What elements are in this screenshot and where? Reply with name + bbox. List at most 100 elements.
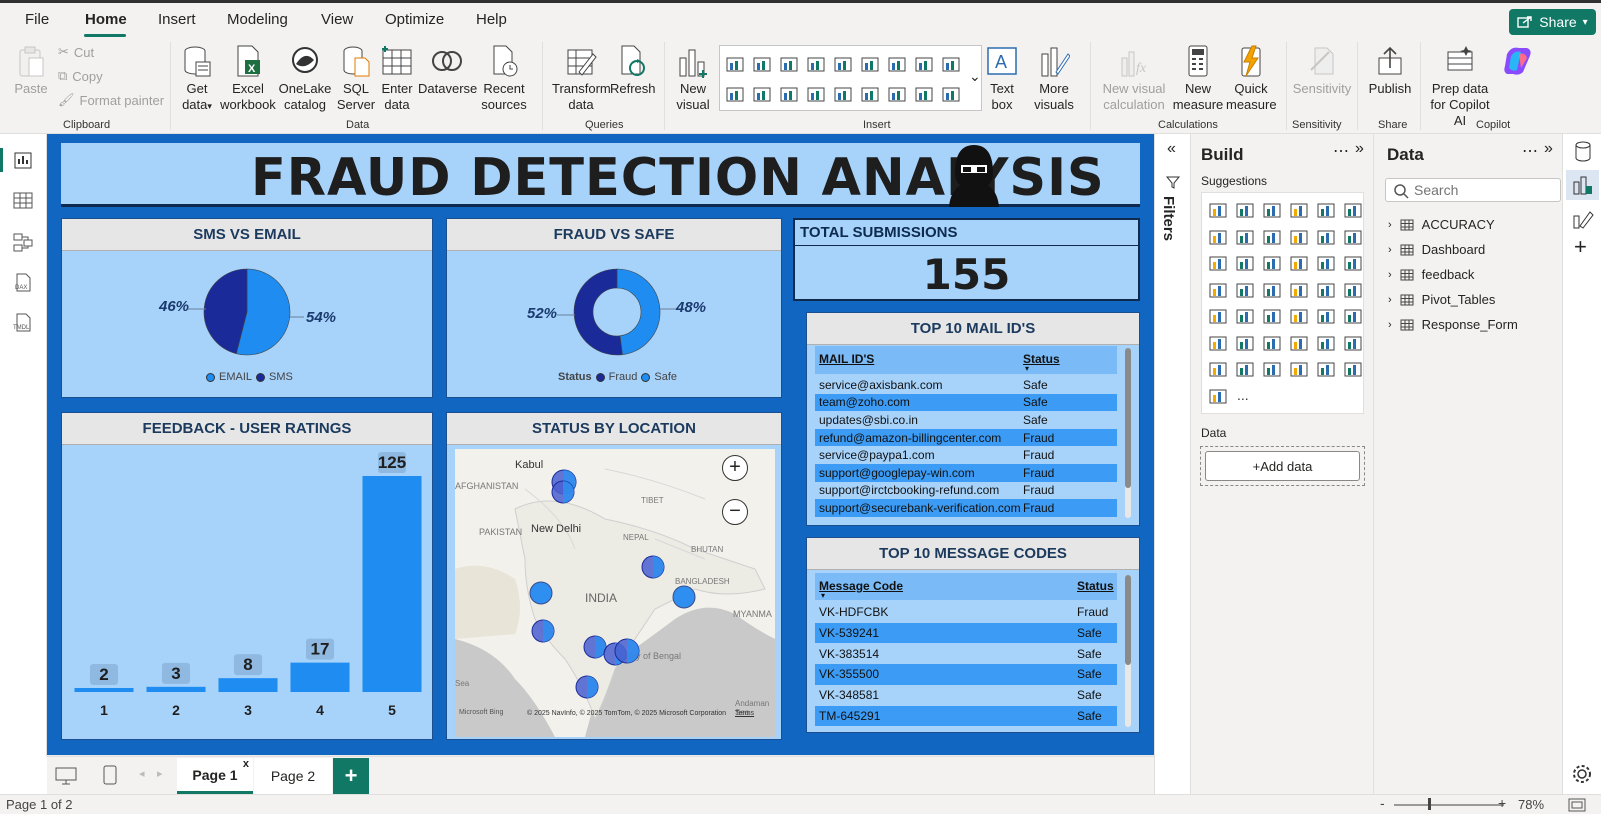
- line-column-icon[interactable]: [1316, 228, 1336, 246]
- card-icon[interactable]: [1208, 307, 1228, 325]
- more-visuals-button[interactable]: More visuals: [1025, 44, 1083, 113]
- stacked-area-icon[interactable]: [1262, 228, 1282, 246]
- report-view-icon[interactable]: [12, 150, 34, 170]
- qa-icon[interactable]: [1316, 334, 1336, 352]
- dataverse-button[interactable]: Dataverse: [418, 44, 477, 97]
- waterfall-icon[interactable]: [1235, 254, 1255, 272]
- table-row[interactable]: support@securebank-verification.com Fraud: [815, 499, 1117, 517]
- message-codes-table[interactable]: Message Code ▾ Status VK-HDFCBK Fraud VK-5392…: [815, 573, 1127, 730]
- bar-rating-2[interactable]: [146, 686, 206, 692]
- gallery-clustered-column-icon[interactable]: [753, 56, 771, 72]
- table-item[interactable]: › feedback: [1388, 267, 1474, 282]
- slicer-icon[interactable]: [1289, 307, 1309, 325]
- expand-icon[interactable]: «: [1167, 140, 1176, 158]
- table-row[interactable]: VK-HDFCBK Fraud: [815, 602, 1117, 623]
- bar-rating-1[interactable]: [74, 688, 134, 692]
- new-visual-button[interactable]: New visual: [674, 44, 712, 113]
- table-row[interactable]: support@irctcbooking-refund.com Fraud: [815, 481, 1117, 500]
- table-row[interactable]: service@axisbank.com Safe: [815, 376, 1117, 394]
- column-header[interactable]: MAIL ID'S: [819, 352, 874, 366]
- line-clustered-icon[interactable]: [1343, 228, 1363, 246]
- paste-button[interactable]: Paste: [14, 44, 48, 97]
- gallery-line-icon[interactable]: [888, 56, 906, 72]
- add-data-button[interactable]: +Add data: [1205, 451, 1360, 481]
- next-page-icon[interactable]: ▸: [157, 767, 163, 780]
- table-row[interactable]: updates@sbi.co.in Safe: [815, 411, 1117, 429]
- scatter-icon[interactable]: [1289, 254, 1309, 272]
- publish-button[interactable]: Publish: [1365, 44, 1415, 97]
- zoom-slider[interactable]: [1394, 804, 1504, 806]
- chevron-right-icon[interactable]: ›: [1388, 294, 1392, 306]
- kpi-icon[interactable]: [1262, 307, 1282, 325]
- sql-server-button[interactable]: SQL Server: [336, 44, 376, 113]
- map-bubble[interactable]: [614, 638, 640, 664]
- filled-map-icon[interactable]: [1262, 281, 1282, 299]
- top-message-codes-card[interactable]: TOP 10 MESSAGE CODES Message Code ▾ Status…: [806, 537, 1140, 733]
- search-input[interactable]: [1414, 181, 1554, 199]
- map-bubble[interactable]: [583, 635, 607, 659]
- smart-narrative-icon[interactable]: [1343, 334, 1363, 352]
- scroll-thumb[interactable]: [1125, 348, 1131, 488]
- decomposition-tree-icon[interactable]: [1289, 334, 1309, 352]
- donut-slice-fraud[interactable]: [573, 268, 623, 356]
- power-apps-icon[interactable]: [1262, 360, 1282, 378]
- menu-file[interactable]: File: [25, 11, 49, 28]
- legend-sms[interactable]: SMS: [269, 371, 293, 383]
- text-box-button[interactable]: A Text box: [985, 44, 1019, 113]
- add-pane-icon[interactable]: +: [1574, 234, 1587, 260]
- line-icon[interactable]: [1208, 228, 1228, 246]
- table-icon[interactable]: [1316, 307, 1336, 325]
- share-button[interactable]: Share ▾: [1509, 9, 1596, 35]
- multi-row-card-icon[interactable]: [1235, 307, 1255, 325]
- sensitivity-button[interactable]: Sensitivity: [1292, 44, 1352, 97]
- tmdl-view-icon[interactable]: TMDL: [12, 312, 34, 332]
- narrative-icon[interactable]: [1316, 360, 1336, 378]
- code-table-scrollbar[interactable]: [1125, 575, 1131, 727]
- matrix-icon[interactable]: [1343, 307, 1363, 325]
- gallery-slicer-icon[interactable]: [888, 86, 906, 102]
- zoom-in-button[interactable]: +: [722, 455, 748, 481]
- gear-icon[interactable]: [1572, 764, 1592, 784]
- 100-bar-icon[interactable]: [1316, 201, 1336, 219]
- quick-measure-button[interactable]: Quick measure: [1226, 44, 1277, 113]
- gauge-icon[interactable]: [1343, 281, 1363, 299]
- desktop-layout-icon[interactable]: [55, 767, 77, 785]
- sort-arrow-icon[interactable]: ▾: [821, 591, 825, 600]
- build-visual-icon[interactable]: [1572, 174, 1594, 196]
- data-search[interactable]: [1385, 178, 1561, 202]
- table-row[interactable]: support@googlepay-win.com Fraud: [815, 464, 1117, 482]
- fraud-safe-donut[interactable]: [572, 267, 662, 357]
- gallery-map-icon[interactable]: [807, 86, 825, 102]
- map-bubble[interactable]: [551, 480, 575, 504]
- get-data-button[interactable]: Get data▾: [176, 44, 218, 114]
- feedback-ratings-card[interactable]: FEEDBACK - USER RATINGS 2 1 3 2 8 3 17 4 125 5: [61, 412, 433, 740]
- gallery-clustered-bar-icon[interactable]: [780, 56, 798, 72]
- model-view-icon[interactable]: [12, 232, 34, 252]
- map-bubble[interactable]: [672, 585, 696, 609]
- python-icon[interactable]: [1235, 334, 1255, 352]
- zoom-in-icon[interactable]: +: [1498, 795, 1506, 811]
- table-item[interactable]: › ACCURACY: [1388, 217, 1495, 232]
- column-header[interactable]: Status: [1077, 579, 1114, 593]
- mobile-layout-icon[interactable]: [103, 765, 117, 785]
- sms-email-pie[interactable]: [202, 267, 292, 357]
- data-pane-icon[interactable]: [1572, 140, 1594, 164]
- ribbon-area-icon[interactable]: [1289, 228, 1309, 246]
- legend-safe[interactable]: Safe: [654, 371, 677, 383]
- table-row[interactable]: service@paypa1.com Fraud: [815, 446, 1117, 464]
- mail-table-scrollbar[interactable]: [1125, 348, 1131, 518]
- column-header[interactable]: Message Code: [819, 579, 903, 593]
- gallery-line-column-icon[interactable]: [861, 56, 879, 72]
- treemap-icon[interactable]: [1208, 281, 1228, 299]
- status-location-card[interactable]: STATUS BY LOCATION Kabul AFGHANISTAN TIB…: [446, 412, 782, 740]
- metrics-icon[interactable]: [1343, 360, 1363, 378]
- shape-map-icon[interactable]: [1289, 281, 1309, 299]
- gallery-donut-icon[interactable]: [753, 86, 771, 102]
- donut-slice-safe[interactable]: [616, 268, 661, 355]
- filters-pane-collapsed[interactable]: « Filters: [1154, 134, 1190, 794]
- table-row[interactable]: refund@amazon-billingcenter.com Fraud: [815, 428, 1117, 447]
- gallery-table-visual-icon[interactable]: [942, 56, 960, 72]
- pie-icon[interactable]: [1316, 254, 1336, 272]
- gallery-expand-icon[interactable]: ⌄: [969, 68, 981, 85]
- total-submissions-card[interactable]: TOTAL SUBMISSIONS 155: [793, 218, 1140, 301]
